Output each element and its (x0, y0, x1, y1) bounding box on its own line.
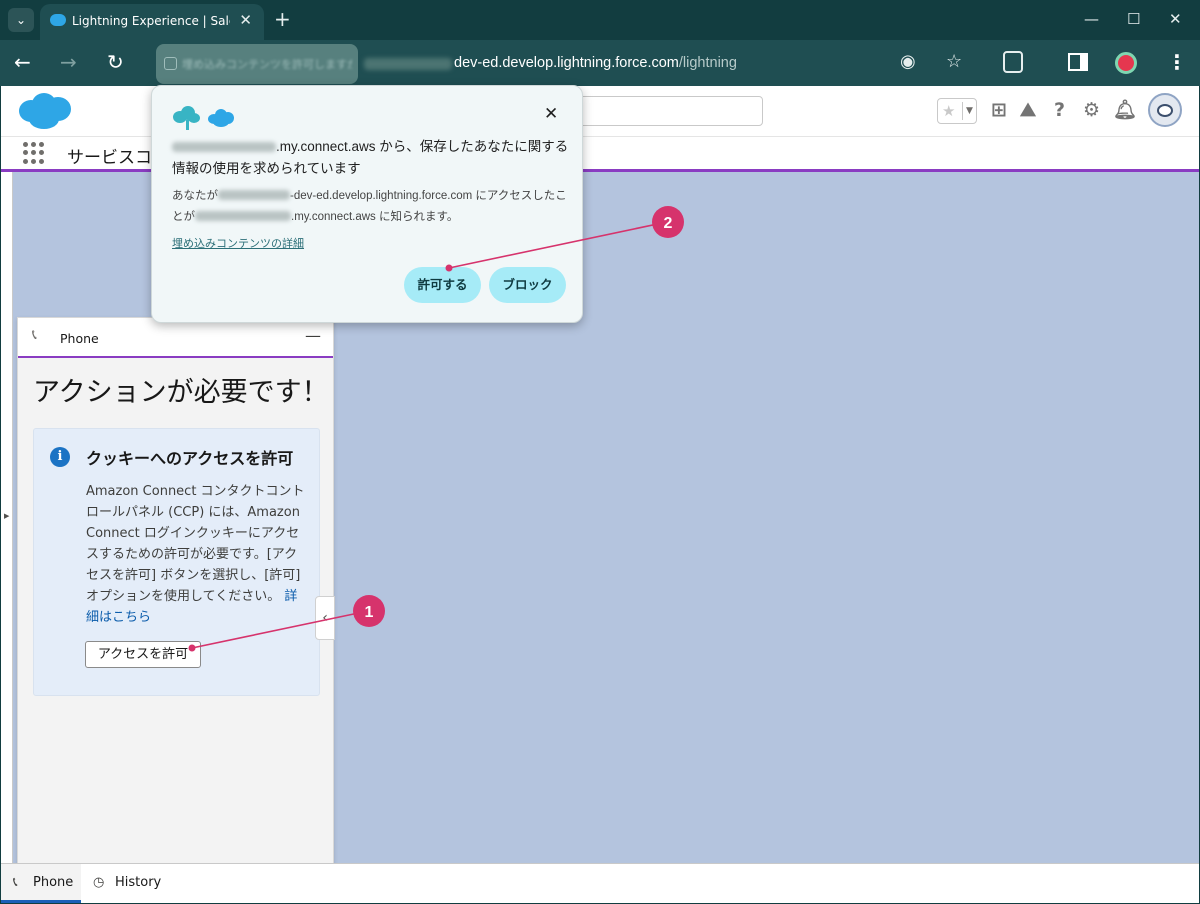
collapse-panel-chevron-icon[interactable]: ‹ (315, 596, 335, 640)
browser-tab[interactable]: Lightning Experience | Sales ✕ (40, 4, 264, 40)
app-name: サービスコンソール (67, 148, 157, 168)
card-body: Amazon Connect コンタクトコントロールパネル (CCP) には、A… (86, 481, 310, 628)
user-avatar[interactable] (1148, 93, 1182, 127)
address-bar[interactable]: 埋め込みコンテンツを許可しますか？ dev-ed.develop.lightni… (154, 44, 1024, 84)
favorites-button[interactable]: ★ ▼ (937, 98, 977, 124)
favorites-dropdown-icon[interactable]: ▼ (962, 102, 976, 120)
allow-access-button[interactable]: アクセスを許可 (85, 641, 201, 668)
tab-search-chevron-icon[interactable]: ⌄ (8, 8, 34, 32)
chip-text: 埋め込みコンテンツを許可しますか？ (182, 58, 352, 71)
favorites-star-icon: ★ (942, 102, 956, 120)
redacted-instance-2 (195, 211, 291, 221)
browser-tab-bar: ⌄ Lightning Experience | Sales ✕ + — ☐ ✕ (0, 0, 1200, 40)
forward-arrow-icon[interactable]: → (60, 50, 77, 74)
embedded-content-icon (164, 57, 177, 70)
block-button[interactable]: ブロック (489, 267, 566, 303)
allow-button[interactable]: 許可する (404, 267, 481, 303)
redacted-instance (172, 142, 276, 152)
global-actions-plus-icon[interactable]: ⊞ (991, 99, 1007, 121)
window-maximize-icon[interactable]: ☐ (1127, 10, 1140, 28)
expand-arrow-icon[interactable]: ▶ (4, 512, 9, 520)
utility-item-history[interactable]: ◷ History (93, 864, 161, 903)
info-icon: i (50, 447, 70, 467)
salesforce-cloud-icon (208, 109, 234, 127)
card-title: クッキーへのアクセスを許可 (86, 449, 294, 468)
utility-item-phone[interactable]: 📞︎ Phone (1, 864, 81, 903)
clock-history-icon: ◷ (93, 875, 105, 890)
avatar-face-icon (1157, 104, 1173, 117)
utility-bar: 📞︎ Phone ◷ History (1, 863, 1199, 903)
global-search-input[interactable] (571, 96, 763, 126)
url-domain: dev-ed.develop.lightning.force.com (454, 55, 679, 71)
browser-menu-icon[interactable]: ⋮ (1167, 50, 1187, 74)
permission-question: .my.connect.aws から、保存したあなたに関する情報の使用を求められ… (172, 136, 572, 180)
trailhead-icon[interactable]: ⛰ (1020, 99, 1036, 121)
new-tab-plus-icon[interactable]: + (274, 8, 291, 30)
desc-prefix: あなたが (172, 190, 218, 202)
connect-cloud-icon (173, 106, 200, 130)
desc-domain: -dev-ed.develop.lightning.force.com (290, 190, 473, 202)
desc-domain-2: .my.connect.aws (291, 211, 376, 223)
window-minimize-icon[interactable]: — (1084, 10, 1099, 28)
card-body-text: Amazon Connect コンタクトコントロールパネル (CCP) には、A… (86, 484, 305, 604)
action-required-heading: アクションが必要です！ (33, 377, 329, 408)
desc-suffix: に知られます。 (375, 211, 459, 223)
url-subdomain-redacted (364, 58, 452, 70)
salesforce-logo-icon[interactable] (17, 92, 73, 130)
tab-close-icon[interactable]: ✕ (239, 11, 252, 29)
extensions-puzzle-icon[interactable] (1003, 51, 1023, 73)
reload-icon[interactable]: ↻ (107, 50, 124, 74)
bookmark-star-icon[interactable]: ☆ (946, 52, 962, 72)
phone-handset-icon: 📞︎ (32, 327, 37, 343)
site-cloud-icons (173, 106, 234, 130)
back-arrow-icon[interactable]: ← (14, 50, 31, 74)
side-panel-icon[interactable] (1068, 53, 1088, 71)
redacted-org (218, 190, 290, 200)
window-close-icon[interactable]: ✕ (1169, 10, 1182, 28)
utility-phone-label: Phone (33, 875, 74, 890)
help-question-icon[interactable]: ? (1054, 99, 1065, 121)
dialog-close-icon[interactable]: ✕ (544, 104, 558, 124)
tab-title: Lightning Experience | Sales (72, 14, 230, 28)
app-launcher-icon[interactable] (23, 142, 45, 164)
notifications-bell-icon[interactable]: 🔔︎ (1113, 99, 1137, 121)
embedded-content-chip[interactable]: 埋め込みコンテンツを許可しますか？ (156, 44, 358, 84)
url-path: /lightning (678, 55, 737, 71)
url-text: dev-ed.develop.lightning.force.com/light… (454, 55, 737, 71)
minimize-panel-icon[interactable]: — (305, 326, 321, 345)
profile-icon[interactable] (1115, 52, 1137, 74)
permission-description: あなたが -dev-ed.develop.lightning.force.com … (172, 186, 572, 228)
embedded-content-details-link[interactable]: 埋め込みコンテンツの詳細 (172, 235, 304, 251)
cookie-access-card: i クッキーへのアクセスを許可 Amazon Connect コンタクトコントロ… (33, 428, 320, 696)
phone-panel-title: Phone (60, 331, 99, 346)
eye-slash-icon[interactable]: ◉ (900, 52, 916, 72)
left-sidebar-edge[interactable]: ▶ (1, 172, 13, 864)
embedded-content-permission-dialog: ✕ .my.connect.aws から、保存したあなたに関する情報の使用を求め… (151, 85, 583, 323)
question-domain: .my.connect.aws (276, 139, 376, 154)
salesforce-favicon-icon (50, 14, 66, 26)
phone-panel-header: 📞︎ Phone — (18, 318, 333, 358)
phone-utility-panel: 📞︎ Phone — アクションが必要です！ i クッキーへのアクセスを許可 A… (17, 317, 334, 864)
phone-icon: 📞︎ (13, 875, 18, 890)
setup-gear-icon[interactable]: ⚙ (1083, 99, 1100, 121)
utility-history-label: History (115, 875, 162, 890)
